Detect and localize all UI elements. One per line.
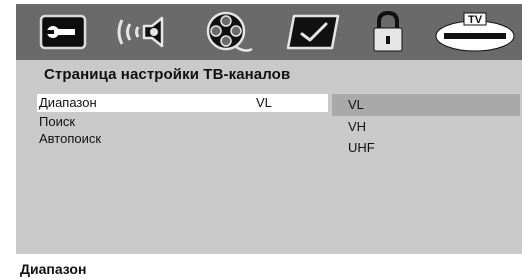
page-title: Страница настройки ТВ-каналов bbox=[44, 66, 291, 83]
help-bar bbox=[16, 254, 522, 279]
tv-icon: TV bbox=[435, 12, 515, 52]
tab-video[interactable] bbox=[202, 8, 254, 56]
option-vh[interactable]: VH bbox=[348, 119, 366, 134]
tab-system[interactable] bbox=[38, 8, 90, 56]
option-vl[interactable]: VL bbox=[332, 94, 520, 116]
wrench-icon bbox=[39, 14, 87, 50]
menu-item-value: VL bbox=[256, 95, 272, 110]
film-reel-icon bbox=[206, 11, 253, 52]
menu-item-autosearch[interactable]: Автопоиск bbox=[39, 131, 101, 146]
menu-item-search[interactable]: Поиск bbox=[39, 114, 75, 129]
tv-icon-label: TV bbox=[468, 14, 483, 26]
tab-audio[interactable] bbox=[114, 8, 170, 56]
tab-preferences[interactable] bbox=[284, 8, 342, 56]
tab-bar: TV bbox=[16, 4, 522, 60]
menu-item-band[interactable]: Диапазон VL bbox=[37, 94, 328, 112]
tab-tv[interactable]: TV bbox=[434, 8, 516, 56]
setup-osd: TV Страница настройки ТВ-каналов Диапазо… bbox=[0, 0, 522, 279]
tab-lock[interactable] bbox=[370, 8, 406, 56]
padlock-icon bbox=[373, 10, 403, 52]
option-label: VL bbox=[348, 97, 364, 112]
checkmark-icon bbox=[286, 14, 340, 50]
speaker-audio-icon bbox=[117, 16, 164, 48]
menu-item-label: Диапазон bbox=[39, 95, 97, 110]
settings-panel bbox=[16, 60, 522, 254]
help-text: Диапазон bbox=[20, 261, 87, 277]
option-uhf[interactable]: UHF bbox=[348, 140, 375, 155]
